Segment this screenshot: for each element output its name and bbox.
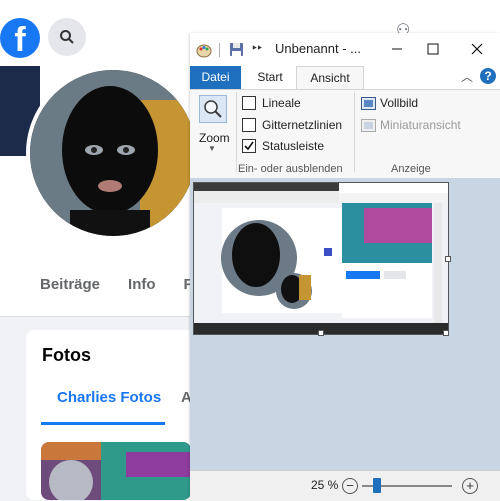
help-icon[interactable]: ? <box>480 68 496 84</box>
tab-datei[interactable]: Datei <box>190 66 241 89</box>
quick-access-more-icon[interactable]: ‣‣ <box>251 41 263 55</box>
miniaturansicht-label: Miniaturansicht <box>380 118 461 132</box>
profile-tabs: Beiträge Info F <box>40 276 193 296</box>
checkbox-label: Statusleiste <box>262 139 325 153</box>
minimize-icon <box>392 48 402 50</box>
thumbnail-view-icon <box>361 118 376 132</box>
nested-screenshot <box>194 183 448 334</box>
group-label-anzeige: Anzeige <box>391 163 431 175</box>
tab-charlies-photos[interactable]: Charlies Fotos <box>57 389 161 406</box>
save-icon[interactable] <box>229 42 244 57</box>
minimize-button[interactable] <box>382 34 412 64</box>
zoom-in-button[interactable]: + <box>462 478 478 494</box>
group-divider <box>354 92 355 172</box>
photos-title: Fotos <box>42 345 91 365</box>
chevron-up-icon[interactable]: ︿ <box>461 68 473 85</box>
checkbox-label: Lineale <box>262 96 301 110</box>
resize-handle[interactable] <box>318 330 324 336</box>
vollbild-button[interactable]: Vollbild <box>361 96 418 110</box>
zoom-magnifier-icon[interactable] <box>199 95 227 123</box>
zoom-percentage: 25 % <box>311 478 339 492</box>
tab-beitraege[interactable]: Beiträge <box>40 276 100 296</box>
checkmark-icon <box>244 141 254 151</box>
photo-thumbnail[interactable] <box>41 442 191 500</box>
resize-handle[interactable] <box>443 330 449 336</box>
fullscreen-icon <box>361 96 376 110</box>
close-icon <box>471 43 483 55</box>
maximize-icon <box>427 43 439 55</box>
chevron-down-icon[interactable]: ▼ <box>208 144 216 153</box>
miniaturansicht-button[interactable]: Miniaturansicht <box>361 118 461 132</box>
resize-handle[interactable] <box>445 256 451 262</box>
gitternetzlinien-checkbox[interactable]: Gitternetzlinien <box>242 118 342 132</box>
tab-start[interactable]: Start <box>249 66 291 89</box>
group-divider <box>236 92 237 172</box>
zoom-slider-thumb[interactable] <box>373 478 381 493</box>
active-tab-indicator <box>41 422 165 425</box>
lineale-checkbox[interactable]: Lineale <box>242 96 301 110</box>
titlebar-separator <box>219 43 220 57</box>
vollbild-label: Vollbild <box>380 96 419 110</box>
window-title: Unbenannt - ... <box>275 41 361 56</box>
zoom-button-label[interactable]: Zoom <box>199 131 230 145</box>
avatar-image <box>30 70 196 236</box>
paint-app-icon[interactable] <box>196 42 212 58</box>
pasted-screenshot-image[interactable] <box>193 182 449 335</box>
search-icon <box>60 30 74 44</box>
statusleiste-checkbox[interactable]: Statusleiste <box>242 139 324 153</box>
checkbox-label: Gitternetzlinien <box>262 118 343 132</box>
facebook-logo[interactable]: f <box>0 18 40 58</box>
tab-info[interactable]: Info <box>128 276 156 296</box>
zoom-out-button[interactable]: − <box>342 478 358 494</box>
checkbox-box-checked[interactable] <box>242 139 256 153</box>
checkbox-box[interactable] <box>242 96 256 110</box>
group-label-show-hide: Ein- oder ausblenden <box>238 163 343 175</box>
thumbnail-image <box>41 442 191 500</box>
checkbox-box[interactable] <box>242 118 256 132</box>
close-button[interactable] <box>460 34 494 64</box>
facebook-search-button[interactable] <box>48 18 86 56</box>
tab-ansicht[interactable]: Ansicht <box>296 66 364 89</box>
maximize-button[interactable] <box>418 34 448 64</box>
profile-avatar[interactable] <box>26 66 200 240</box>
